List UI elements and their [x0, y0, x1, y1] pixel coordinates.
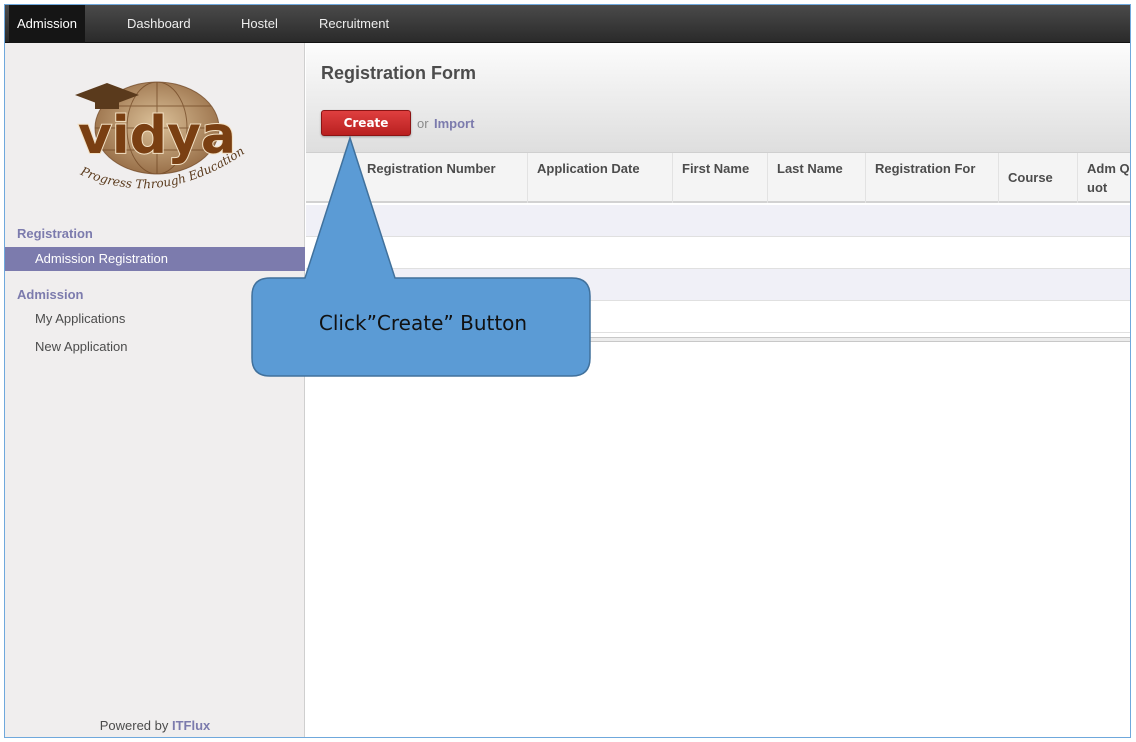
sidebar: vidya Progress Through Education Registr… — [5, 43, 305, 737]
column-course[interactable]: Course — [999, 153, 1078, 203]
sidebar-section-admission: Admission — [17, 287, 84, 302]
column-label: Application Date — [537, 161, 640, 176]
sidebar-item-admission-registration[interactable]: Admission Registration — [5, 247, 305, 271]
column-label: Course — [1008, 170, 1053, 185]
table-row — [306, 205, 1130, 237]
import-link[interactable]: Import — [434, 116, 474, 131]
top-menu-bar: Admission Dashboard Hostel Recruitment — [5, 5, 1130, 43]
table-row — [306, 269, 1130, 301]
table-header: Registration Number Application Date Fir… — [306, 153, 1130, 203]
select-all-column[interactable] — [306, 153, 344, 203]
menu-hostel[interactable]: Hostel — [233, 5, 286, 43]
column-application-date[interactable]: Application Date — [528, 153, 673, 203]
vidya-logo[interactable]: vidya Progress Through Education — [45, 73, 267, 203]
column-last-name[interactable]: Last Name — [768, 153, 866, 203]
column-registration-for[interactable]: Registration For — [866, 153, 999, 203]
main-content: Registration Form Create or Import Regis… — [306, 43, 1130, 737]
or-label: or — [417, 116, 429, 131]
column-label: First Name — [682, 161, 750, 176]
column-label: Adm Quot — [1087, 161, 1130, 195]
page-title: Registration Form — [321, 63, 477, 83]
column-label: Registration For — [875, 161, 976, 176]
callout-text: Click”Create” Button — [318, 311, 528, 335]
table-footer — [586, 337, 1130, 342]
column-admission-quota[interactable]: Adm Quot — [1078, 153, 1130, 203]
column-registration-number[interactable]: Registration Number — [358, 153, 528, 203]
menu-recruitment[interactable]: Recruitment — [311, 5, 397, 43]
powered-by-prefix: Powered by — [99, 718, 169, 733]
sidebar-section-registration: Registration — [17, 226, 93, 241]
globe-logo-icon: vidya Progress Through Education — [75, 81, 247, 191]
powered-by-link[interactable]: ITFlux — [172, 718, 210, 733]
menu-dashboard[interactable]: Dashboard — [119, 5, 199, 43]
column-label: Last Name — [777, 161, 843, 176]
app-window: Admission Dashboard Hostel Recruitment v… — [4, 4, 1131, 738]
sidebar-item-new-application[interactable]: New Application — [5, 335, 305, 359]
logo-wordmark: vidya — [78, 106, 236, 166]
create-button[interactable]: Create — [321, 110, 411, 136]
table-row — [306, 237, 1130, 269]
menu-admission[interactable]: Admission — [9, 5, 85, 43]
column-label: Registration Number — [367, 161, 496, 176]
view-header: Registration Form Create or Import — [306, 43, 1130, 153]
column-first-name[interactable]: First Name — [673, 153, 768, 203]
powered-by: Powered by ITFlux — [5, 718, 305, 733]
